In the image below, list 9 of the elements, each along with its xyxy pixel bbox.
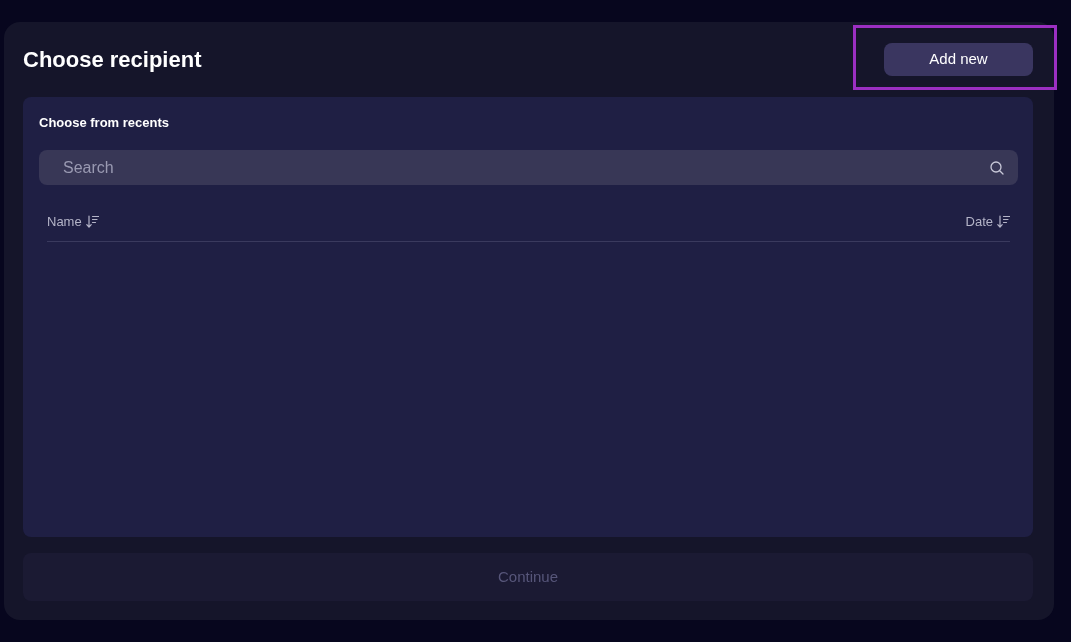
section-heading: Choose from recents — [39, 115, 171, 131]
sort-icon — [85, 215, 99, 229]
add-new-button[interactable]: Add new — [884, 43, 1033, 76]
column-header[interactable]: Date — [965, 212, 1010, 232]
column-header[interactable]: Name — [47, 212, 99, 232]
dialog-title: Choose recipient — [23, 48, 202, 71]
search-icon — [990, 161, 1004, 175]
search-field[interactable]: Search — [39, 150, 1018, 185]
sort-icon — [997, 215, 1010, 229]
